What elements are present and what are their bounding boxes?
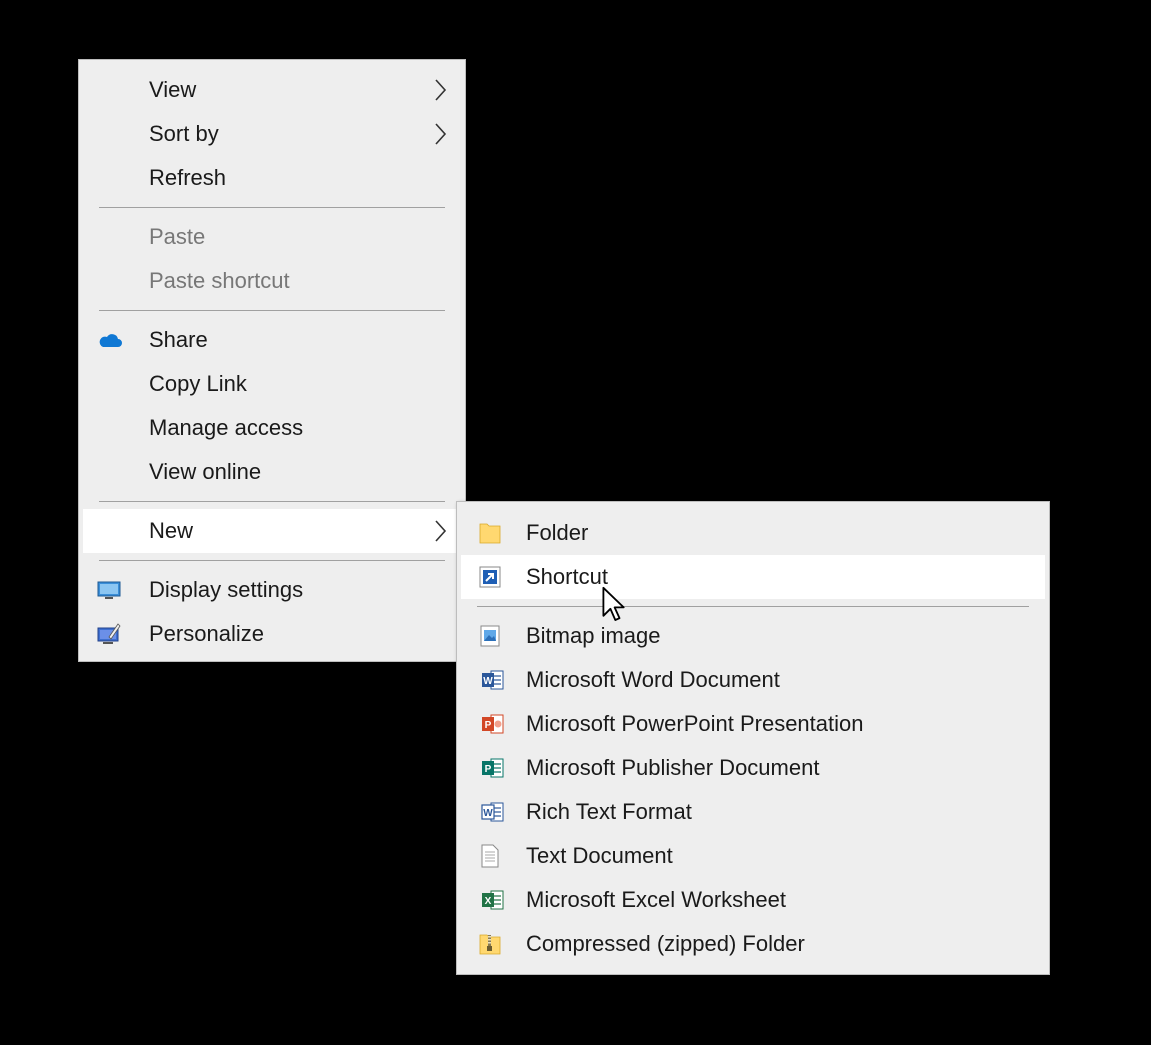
menu-item-sort-by[interactable]: Sort by — [83, 112, 461, 156]
menu-item-personalize[interactable]: Personalize — [83, 612, 461, 656]
menu-item-manage-access[interactable]: Manage access — [83, 406, 461, 450]
submenu-item-zipped-folder[interactable]: Compressed (zipped) Folder — [461, 922, 1045, 966]
menu-item-display-settings[interactable]: Display settings — [83, 568, 461, 612]
submenu-item-label: Microsoft PowerPoint Presentation — [526, 711, 864, 736]
svg-text:W: W — [483, 808, 493, 819]
svg-text:W: W — [483, 676, 493, 687]
submenu-item-label: Bitmap image — [526, 623, 661, 648]
menu-item-label: View online — [149, 459, 262, 484]
menu-item-label: Share — [149, 327, 208, 352]
menu-item-label: Paste — [149, 224, 206, 249]
display-settings-icon — [97, 581, 121, 599]
menu-item-label: Refresh — [149, 165, 227, 190]
menu-item-label: Manage access — [149, 415, 304, 440]
menu-item-label: View — [149, 77, 197, 102]
submenu-item-label: Rich Text Format — [526, 799, 692, 824]
submenu-item-label: Folder — [526, 520, 589, 545]
menu-item-refresh[interactable]: Refresh — [83, 156, 461, 200]
menu-item-label: Paste shortcut — [149, 268, 290, 293]
submenu-item-publisher-document[interactable]: P Microsoft Publisher Document — [461, 746, 1045, 790]
text-document-icon — [481, 844, 499, 868]
svg-text:X: X — [485, 896, 492, 907]
submenu-item-label: Text Document — [526, 843, 673, 868]
submenu-item-label: Microsoft Publisher Document — [526, 755, 820, 780]
menu-separator — [99, 560, 445, 561]
mouse-pointer-icon — [602, 586, 625, 621]
menu-item-label: Sort by — [149, 121, 219, 146]
zipped-folder-icon — [479, 934, 501, 955]
menu-item-new[interactable]: New — [83, 509, 461, 553]
powerpoint-presentation-icon: P — [482, 714, 504, 734]
personalize-icon — [97, 623, 121, 644]
submenu-item-excel-worksheet[interactable]: X Microsoft Excel Worksheet — [461, 878, 1045, 922]
svg-text:P: P — [485, 720, 492, 731]
submenu-item-rich-text-format[interactable]: W Rich Text Format — [461, 790, 1045, 834]
submenu-item-text-document[interactable]: Text Document — [461, 834, 1045, 878]
folder-icon — [479, 523, 501, 544]
svg-text:P: P — [485, 764, 492, 775]
menu-item-paste-shortcut: Paste shortcut — [83, 259, 461, 303]
menu-item-label: Copy Link — [149, 371, 247, 396]
submenu-item-label: Microsoft Word Document — [526, 667, 780, 692]
submenu-item-word-document[interactable]: W Microsoft Word Document — [461, 658, 1045, 702]
submenu-item-label: Compressed (zipped) Folder — [526, 931, 805, 956]
shortcut-icon — [479, 566, 501, 588]
publisher-document-icon: P — [482, 758, 504, 778]
menu-separator — [477, 606, 1029, 607]
menu-separator — [99, 207, 445, 208]
menu-separator — [99, 501, 445, 502]
submenu-item-label: Shortcut — [526, 564, 608, 589]
desktop-context-menu: View Sort by Refresh Paste Paste shortcu… — [78, 59, 466, 662]
submenu-item-shortcut[interactable]: Shortcut — [461, 555, 1045, 599]
submenu-item-bitmap-image[interactable]: Bitmap image — [461, 614, 1045, 658]
menu-separator — [99, 310, 445, 311]
onedrive-cloud-icon — [99, 334, 122, 347]
menu-item-label: Display settings — [149, 577, 304, 602]
submenu-item-label: Microsoft Excel Worksheet — [526, 887, 787, 912]
excel-worksheet-icon: X — [482, 890, 504, 910]
bitmap-image-icon — [480, 625, 500, 647]
word-document-icon: W — [482, 670, 504, 690]
menu-item-view[interactable]: View — [83, 68, 461, 112]
new-submenu: Folder Shortcut Bitmap image W Microsoft… — [456, 501, 1050, 975]
menu-item-label: Personalize — [149, 621, 264, 646]
menu-item-paste: Paste — [83, 215, 461, 259]
menu-item-copy-link[interactable]: Copy Link — [83, 362, 461, 406]
chevron-right-icon — [435, 123, 447, 145]
rich-text-format-icon: W — [481, 802, 504, 822]
menu-item-view-online[interactable]: View online — [83, 450, 461, 494]
submenu-item-powerpoint-presentation[interactable]: P Microsoft PowerPoint Presentation — [461, 702, 1045, 746]
menu-item-label: New — [149, 518, 194, 543]
menu-item-share[interactable]: Share — [83, 318, 461, 362]
submenu-item-folder[interactable]: Folder — [461, 511, 1045, 555]
chevron-right-icon — [435, 520, 447, 542]
chevron-right-icon — [435, 79, 447, 101]
